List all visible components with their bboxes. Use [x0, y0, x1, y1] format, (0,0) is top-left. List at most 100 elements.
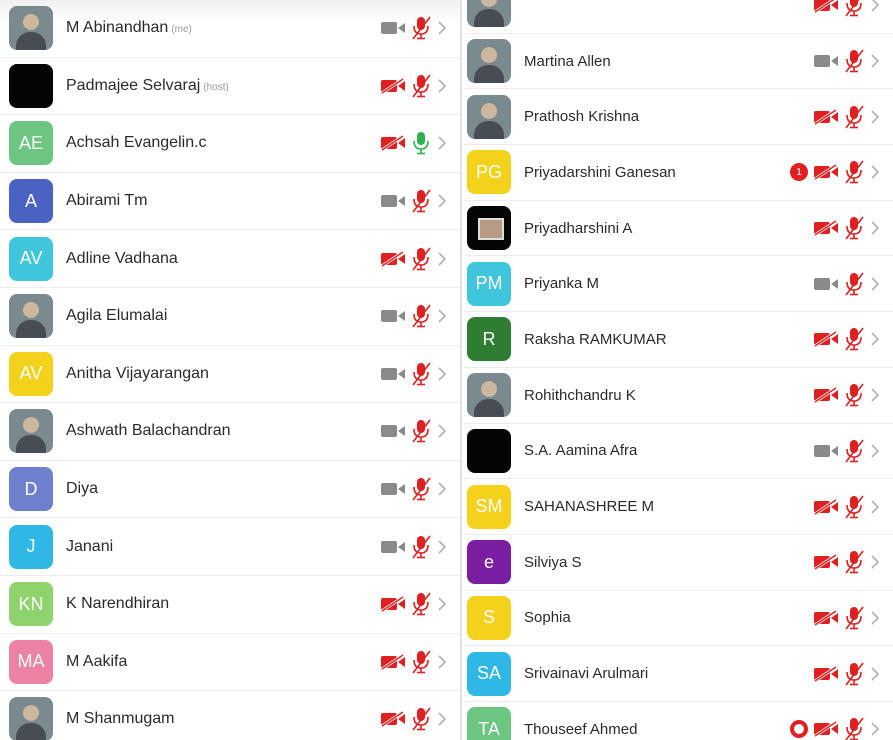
chevron-right-icon[interactable]: [436, 21, 448, 35]
chevron-right-icon[interactable]: [869, 165, 881, 179]
participant-row-abirami-tm[interactable]: A Abirami Tm: [0, 172, 460, 231]
participant-row-priyadarshini-ganesan[interactable]: PG Priyadarshini Ganesan 1: [463, 145, 893, 201]
microphone-muted-icon[interactable]: [843, 272, 865, 296]
chevron-right-icon[interactable]: [436, 367, 448, 381]
microphone-muted-icon[interactable]: [410, 535, 432, 559]
microphone-muted-icon[interactable]: [410, 362, 432, 386]
microphone-muted-icon[interactable]: [410, 189, 432, 213]
participant-row-adline-vadhana[interactable]: AV Adline Vadhana: [0, 230, 460, 288]
participant-row-srivainavi-arulmari[interactable]: SA Srivainavi Arulmari: [463, 646, 893, 702]
chevron-right-icon[interactable]: [869, 667, 881, 681]
video-off-icon[interactable]: [380, 596, 406, 613]
chevron-right-icon[interactable]: [869, 54, 881, 68]
microphone-muted-icon[interactable]: [410, 74, 432, 98]
video-camera-icon[interactable]: [813, 53, 839, 69]
video-off-icon[interactable]: [380, 653, 406, 670]
participant-row-anitha-vijayarangan[interactable]: AV Anitha Vijayarangan: [0, 345, 460, 404]
participant-row-priyanka-m[interactable]: PM Priyanka M: [463, 256, 893, 313]
chevron-right-icon[interactable]: [869, 0, 881, 12]
video-off-icon[interactable]: [813, 0, 839, 14]
participant-row-agila-elumalai[interactable]: Agila Elumalai: [0, 287, 460, 346]
video-off-icon[interactable]: [813, 665, 839, 682]
participant-row-raksha-ramkumar[interactable]: R Raksha RAMKUMAR: [463, 312, 893, 368]
video-off-icon[interactable]: [813, 498, 839, 515]
microphone-muted-icon[interactable]: [843, 495, 865, 519]
participant-row-diya[interactable]: D Diya: [0, 460, 460, 519]
participant-row-m-shanmugam[interactable]: M Shanmugam: [0, 691, 460, 740]
microphone-muted-icon[interactable]: [410, 592, 432, 616]
chevron-right-icon[interactable]: [436, 309, 448, 323]
participant-row-k-narendhiran[interactable]: KN K Narendhiran: [0, 575, 460, 634]
participant-row-ashwath-balachandran[interactable]: Ashwath Balachandran: [0, 403, 460, 461]
chevron-right-icon[interactable]: [869, 499, 881, 514]
video-camera-icon[interactable]: [813, 276, 839, 292]
participant-row-participant[interactable]: [463, 0, 893, 34]
video-camera-icon[interactable]: [380, 481, 406, 497]
participant-row-martina-allen[interactable]: Martina Allen: [463, 33, 893, 90]
participant-row-sophia[interactable]: S Sophia: [463, 590, 893, 647]
chevron-right-icon[interactable]: [869, 444, 881, 458]
chevron-right-icon[interactable]: [869, 611, 881, 625]
chevron-right-icon[interactable]: [436, 540, 448, 554]
video-camera-icon[interactable]: [380, 539, 406, 555]
microphone-muted-icon[interactable]: [843, 550, 865, 574]
microphone-muted-icon[interactable]: [410, 477, 432, 501]
video-off-icon[interactable]: [813, 387, 839, 404]
video-camera-icon[interactable]: [380, 308, 406, 324]
microphone-muted-icon[interactable]: [843, 105, 865, 129]
microphone-muted-icon[interactable]: [843, 0, 865, 17]
video-off-icon[interactable]: [813, 609, 839, 626]
microphone-muted-icon[interactable]: [843, 383, 865, 407]
participant-row-sahanashree-m[interactable]: SM SAHANASHREE M: [463, 479, 893, 535]
participant-row-thouseef-ahmed[interactable]: TA Thouseef Ahmed: [463, 701, 893, 740]
microphone-muted-icon[interactable]: [843, 439, 865, 463]
video-off-icon[interactable]: [380, 135, 406, 152]
video-off-icon[interactable]: [380, 250, 406, 267]
microphone-muted-icon[interactable]: [843, 216, 865, 240]
video-camera-icon[interactable]: [380, 20, 406, 36]
chevron-right-icon[interactable]: [869, 110, 881, 124]
video-off-icon[interactable]: [380, 711, 406, 728]
chevron-right-icon[interactable]: [869, 221, 881, 235]
microphone-muted-icon[interactable]: [843, 606, 865, 630]
chevron-right-icon[interactable]: [436, 424, 448, 439]
video-camera-icon[interactable]: [380, 366, 406, 382]
participant-row-padmajee-selvaraj[interactable]: Padmajee Selvaraj (host): [0, 57, 460, 116]
microphone-muted-icon[interactable]: [843, 160, 865, 184]
chevron-right-icon[interactable]: [869, 332, 881, 347]
microphone-muted-icon[interactable]: [843, 662, 865, 686]
video-off-icon[interactable]: [813, 554, 839, 571]
chevron-right-icon[interactable]: [436, 482, 448, 496]
chevron-right-icon[interactable]: [436, 597, 448, 611]
microphone-muted-icon[interactable]: [843, 327, 865, 351]
microphone-muted-icon[interactable]: [843, 717, 865, 740]
participant-row-rohithchandru-k[interactable]: Rohithchandru K: [463, 367, 893, 424]
microphone-muted-icon[interactable]: [410, 707, 432, 731]
video-off-icon[interactable]: [813, 721, 839, 738]
microphone-muted-icon[interactable]: [410, 16, 432, 40]
microphone-muted-icon[interactable]: [410, 419, 432, 443]
participant-row-m-aakifa[interactable]: MA M Aakifa: [0, 633, 460, 692]
microphone-muted-icon[interactable]: [843, 49, 865, 73]
participant-row-m-abinandhan[interactable]: M Abinandhan (me): [0, 0, 460, 58]
chevron-right-icon[interactable]: [436, 136, 448, 151]
participant-row-prathosh-krishna[interactable]: Prathosh Krishna: [463, 89, 893, 146]
chevron-right-icon[interactable]: [869, 388, 881, 402]
chevron-right-icon[interactable]: [436, 252, 448, 266]
participant-row-priyadharshini-a[interactable]: Priyadharshini A: [463, 200, 893, 257]
chevron-right-icon[interactable]: [436, 79, 448, 93]
video-off-icon[interactable]: [813, 108, 839, 125]
microphone-muted-icon[interactable]: [410, 247, 432, 271]
participant-row-s-a-aamina-afra[interactable]: S.A. Aamina Afra: [463, 423, 893, 480]
chevron-right-icon[interactable]: [436, 194, 448, 208]
chevron-right-icon[interactable]: [436, 712, 448, 726]
participant-row-achsah-evangelin-c[interactable]: AE Achsah Evangelin.c: [0, 115, 460, 173]
participant-row-janani[interactable]: J Janani: [0, 518, 460, 576]
chevron-right-icon[interactable]: [869, 277, 881, 291]
chevron-right-icon[interactable]: [869, 722, 881, 736]
video-off-icon[interactable]: [813, 331, 839, 348]
microphone-icon[interactable]: [410, 131, 432, 155]
participant-row-silviya-s[interactable]: e Silviya S: [463, 534, 893, 591]
chevron-right-icon[interactable]: [436, 655, 448, 669]
microphone-muted-icon[interactable]: [410, 304, 432, 328]
